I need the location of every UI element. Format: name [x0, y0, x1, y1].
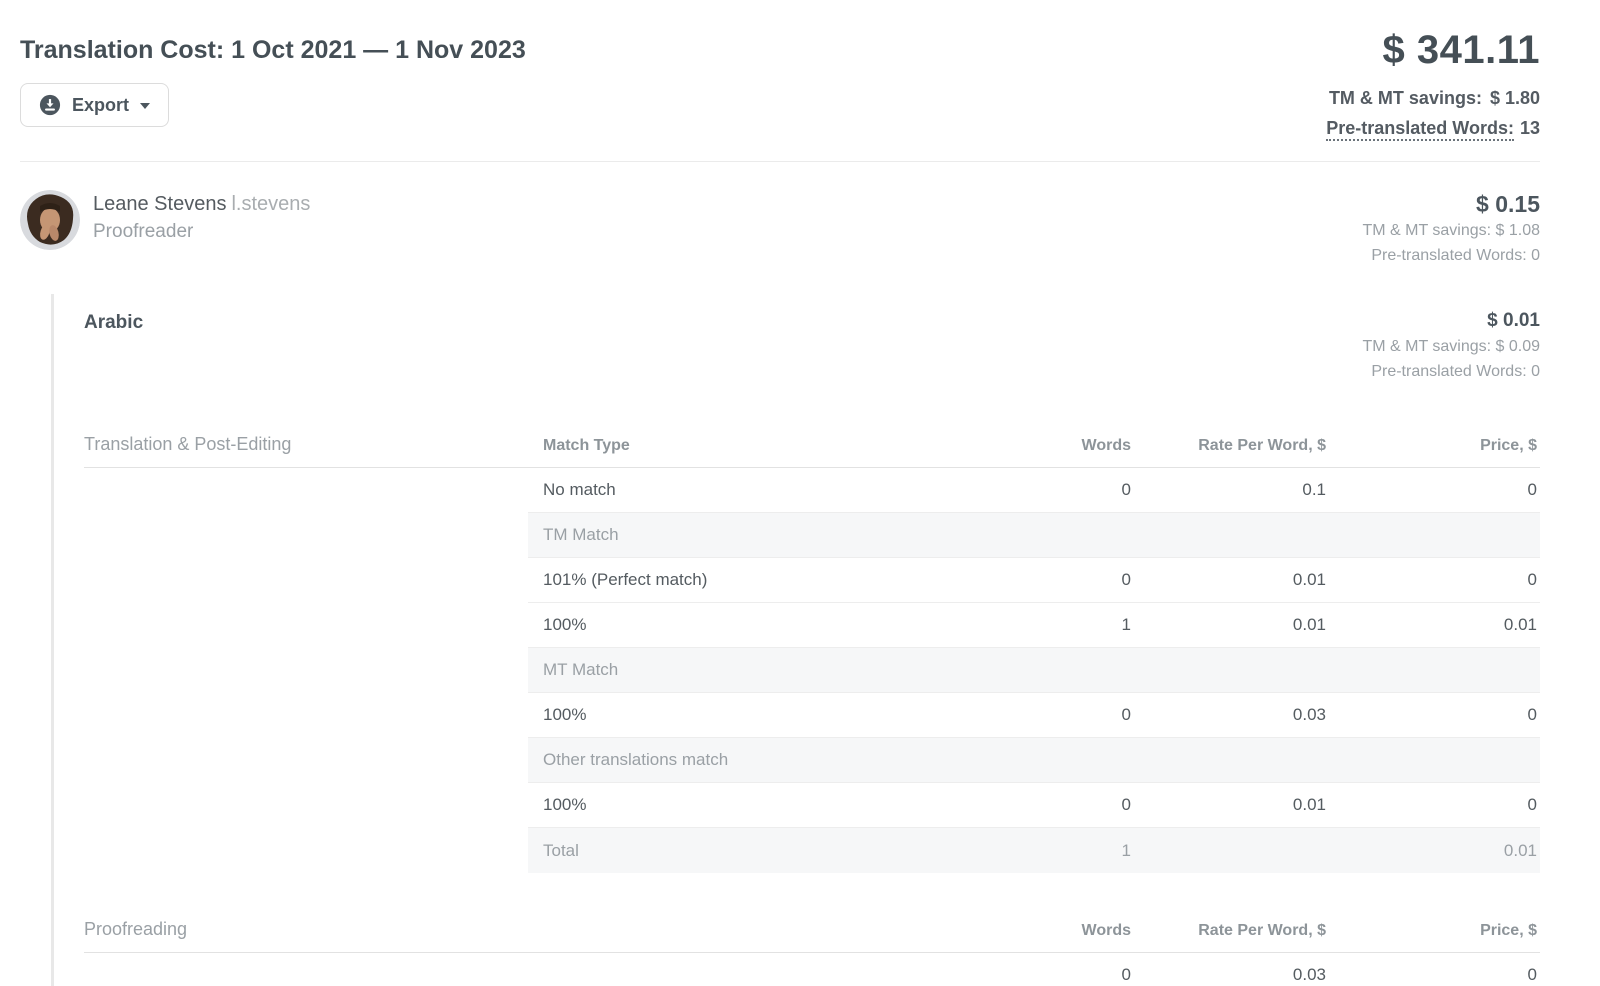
- match-group-row: MT Match: [528, 648, 1540, 693]
- table-body: 00.030: [528, 953, 1540, 986]
- user-role: Proofreader: [93, 221, 310, 243]
- table-proofreading: Proofreading Words Rate Per Word, $ Pric…: [84, 919, 1540, 986]
- language-section-arabic: Arabic $ 0.01 TM & MT savings: $ 0.09 Pr…: [51, 294, 1540, 986]
- table-row: 00.030: [528, 953, 1540, 986]
- download-circle-icon: [39, 94, 61, 116]
- cell-label: 100%: [528, 705, 961, 725]
- header-pretranslated-value: 13: [1520, 118, 1540, 138]
- cell-rate: 0.03: [1131, 965, 1326, 985]
- cell-words: 1: [961, 615, 1131, 635]
- cell-price: 0: [1326, 965, 1540, 985]
- table-row: No match00.10: [528, 468, 1540, 513]
- avatar: [20, 190, 80, 250]
- cell-price: 0: [1326, 480, 1540, 500]
- table-translation-post-editing: Translation & Post-Editing Match Type Wo…: [84, 434, 1540, 873]
- header-pretranslated: Pre-translated Words: 13: [1326, 113, 1540, 143]
- cell-price: 0: [1326, 705, 1540, 725]
- user-row: Leane Stevensl.stevens Proofreader $ 0.1…: [20, 190, 1540, 268]
- table-row: 100%10.010.01: [528, 603, 1540, 648]
- cell-rate: 0.01: [1131, 795, 1326, 815]
- cell-price: 0.01: [1326, 841, 1540, 861]
- cell-words: 0: [961, 795, 1131, 815]
- user-price: $ 0.15: [1362, 190, 1540, 218]
- table-section-label: Proofreading: [84, 919, 528, 940]
- header-pretranslated-label: Pre-translated Words:: [1326, 118, 1514, 141]
- cell-words: 0: [961, 480, 1131, 500]
- table-header: Proofreading Words Rate Per Word, $ Pric…: [84, 919, 1540, 953]
- column-header-match-type: [528, 922, 961, 940]
- cell-words: 0: [961, 705, 1131, 725]
- cell-label: Total: [528, 841, 961, 861]
- cell-words: 0: [961, 965, 1131, 985]
- total-price: $ 341.11: [1383, 28, 1541, 73]
- table-header: Translation & Post-Editing Match Type Wo…: [84, 434, 1540, 468]
- cell-group-label: TM Match: [528, 525, 1540, 545]
- user-savings: TM & MT savings: $ 1.08: [1362, 218, 1540, 243]
- header-savings: TM & MT savings: $ 1.80: [1326, 83, 1540, 113]
- report-header: Translation Cost: 1 Oct 2021 — 1 Nov 202…: [20, 0, 1540, 162]
- table-section-label: Translation & Post-Editing: [84, 434, 528, 455]
- cell-rate: 0.1: [1131, 480, 1326, 500]
- header-savings-value: $ 1.80: [1490, 88, 1540, 108]
- chevron-down-icon: [140, 103, 150, 109]
- cell-price: 0.01: [1326, 615, 1540, 635]
- cell-words: 1: [961, 841, 1131, 861]
- table-body: No match00.10TM Match101% (Perfect match…: [528, 468, 1540, 873]
- cell-rate: 0.01: [1131, 570, 1326, 590]
- language-pretranslated: Pre-translated Words: 0: [1362, 359, 1540, 384]
- header-savings-label: TM & MT savings:: [1329, 88, 1482, 108]
- cell-label: No match: [528, 480, 961, 500]
- cell-price: 0: [1326, 795, 1540, 815]
- cell-group-label: Other translations match: [528, 750, 1540, 770]
- cell-price: 0: [1326, 570, 1540, 590]
- export-button[interactable]: Export: [20, 83, 169, 127]
- language-name: Arabic: [84, 294, 143, 334]
- table-row: 100%00.030: [528, 693, 1540, 738]
- cell-label: 101% (Perfect match): [528, 570, 961, 590]
- match-group-row: Other translations match: [528, 738, 1540, 783]
- table-row: 100%00.010: [528, 783, 1540, 828]
- match-group-row: TM Match: [528, 513, 1540, 558]
- column-header-rate: Rate Per Word, $: [1131, 437, 1326, 455]
- column-header-words: Words: [961, 922, 1131, 940]
- column-header-words: Words: [961, 437, 1131, 455]
- language-summary: $ 0.01 TM & MT savings: $ 0.09 Pre-trans…: [1362, 294, 1540, 384]
- header-summary: TM & MT savings: $ 1.80 Pre-translated Wo…: [1326, 83, 1540, 143]
- user-login: l.stevens: [231, 193, 310, 215]
- column-header-price: Price, $: [1326, 437, 1540, 455]
- language-savings: TM & MT savings: $ 0.09: [1362, 334, 1540, 359]
- column-header-price: Price, $: [1326, 922, 1540, 940]
- cell-rate: 0.03: [1131, 705, 1326, 725]
- user-name: Leane Stevens: [93, 193, 226, 215]
- table-row: 101% (Perfect match)00.010: [528, 558, 1540, 603]
- user-pretranslated: Pre-translated Words: 0: [1362, 243, 1540, 268]
- column-header-match-type: Match Type: [528, 437, 961, 455]
- column-header-rate: Rate Per Word, $: [1131, 922, 1326, 940]
- language-price: $ 0.01: [1362, 308, 1540, 334]
- cell-group-label: MT Match: [528, 660, 1540, 680]
- cell-label: 100%: [528, 615, 961, 635]
- cell-rate: 0.01: [1131, 615, 1326, 635]
- user-summary: $ 0.15 TM & MT savings: $ 1.08 Pre-trans…: [1362, 190, 1540, 268]
- translation-cost-report: Translation Cost: 1 Oct 2021 — 1 Nov 202…: [20, 0, 1540, 986]
- cell-words: 0: [961, 570, 1131, 590]
- export-button-label: Export: [72, 95, 129, 116]
- page-title: Translation Cost: 1 Oct 2021 — 1 Nov 202…: [20, 28, 526, 65]
- total-row: Total1 0.01: [528, 828, 1540, 873]
- cell-label: 100%: [528, 795, 961, 815]
